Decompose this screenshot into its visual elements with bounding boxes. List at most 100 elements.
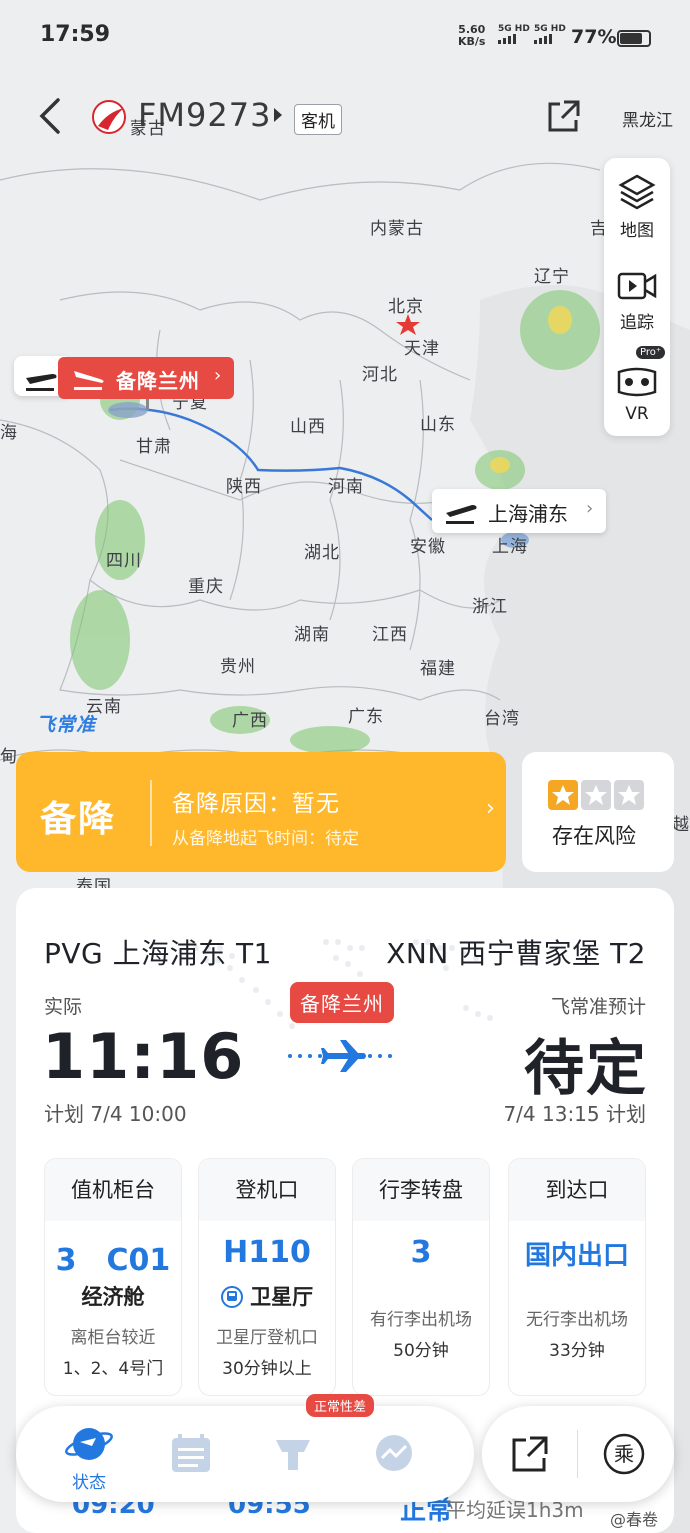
risk-stars (548, 780, 647, 814)
diversion-banner[interactable]: 备降 备降原因：暂无 从备降地起飞时间：待定 › (16, 752, 506, 872)
plane-icon (288, 1040, 392, 1072)
bottom-nav: 状态 正常性差 (16, 1394, 474, 1502)
status-bar: 17:59 ᐡ 5.60 KB/s 5G HD 5G HD 77% (0, 0, 690, 72)
arrival-time-label: 飞常准预计 (550, 996, 646, 1018)
map-label: 台湾 (484, 709, 520, 729)
map-label: 湖南 (294, 625, 330, 645)
info-card-subvalue: 卫星厅 (199, 1281, 335, 1311)
status-globe-icon (65, 1428, 113, 1460)
departure-time: 11:16 (42, 1020, 245, 1093)
battery-percent: 77% (571, 26, 617, 48)
map-label: 广西 (232, 711, 268, 731)
nav-trends[interactable] (350, 1406, 440, 1502)
map-label: 安徽 (410, 537, 446, 557)
vr-icon (617, 367, 657, 397)
train-icon (220, 1286, 243, 1308)
departure-airport[interactable]: PVG 上海浦东 T1 (44, 932, 272, 972)
takeoff-icon (26, 374, 57, 391)
map-label: 天津 (404, 339, 440, 359)
map-label: 上海 (492, 537, 528, 557)
info-card-value: H110 (223, 1235, 311, 1270)
ride-icon[interactable]: 乘 (602, 1432, 646, 1476)
share-icon[interactable] (546, 98, 582, 134)
tower-icon (276, 1440, 310, 1470)
map-layer-button[interactable]: 地图 (604, 162, 670, 242)
signal-icon: 5G HD (498, 24, 530, 47)
nav-airport[interactable] (248, 1406, 338, 1502)
signal-label: 5G HD (498, 24, 530, 34)
risk-label: 存在风险 (552, 824, 636, 848)
map-label: 甘肃 (136, 437, 172, 457)
aircraft-type-tag[interactable]: 客机 (294, 104, 342, 135)
divert-callout-label: 备降兰州 (116, 369, 200, 393)
divider (150, 780, 152, 846)
flight-number[interactable]: FM9273 (138, 96, 271, 134)
diversion-badge: 备降兰州 (290, 982, 394, 1023)
info-card-detail: 50分钟 (393, 1341, 449, 1361)
info-card-header: 值机柜台 (45, 1159, 181, 1221)
info-card-detail: 1、2、4号门 (62, 1359, 164, 1379)
map-brand-watermark: 飞常准 (36, 714, 97, 736)
arrival-airport[interactable]: XNN 西宁曹家堡 T2 (386, 932, 646, 972)
takeoff-icon (446, 505, 477, 524)
chevron-right-icon: › (586, 498, 594, 519)
back-arrow-icon[interactable] (36, 96, 66, 136)
info-card-header: 行李转盘 (353, 1159, 489, 1221)
signal-label: 5G HD (534, 24, 566, 34)
info-card-value: 国内出口 (524, 1241, 629, 1271)
layers-icon (618, 174, 656, 210)
tool-label: 地图 (620, 221, 654, 241)
video-icon (617, 272, 657, 300)
status-extra-icon: ᐡ (80, 25, 87, 44)
map-label: 越 (672, 815, 690, 835)
map-label: 浙江 (472, 597, 508, 617)
signal-bars-icon (498, 34, 516, 44)
map-label: 海 (0, 423, 18, 443)
boarding-gate-card[interactable]: 登机口 H110 卫星厅 卫星厅登机口 30分钟以上 (198, 1158, 336, 1396)
map-label: 河南 (328, 477, 364, 497)
info-card-note: 无行李出机场 (526, 1310, 628, 1330)
signal-icon: 5G HD (534, 24, 566, 47)
map-label: 四川 (106, 551, 142, 571)
star-filled-icon (548, 780, 578, 810)
arrival-time: 待定 (524, 1034, 648, 1104)
tool-label: 追踪 (620, 313, 654, 333)
share-icon[interactable] (510, 1434, 550, 1474)
satellite-hall-label: 卫星厅 (250, 1285, 314, 1309)
battery-icon (617, 30, 651, 47)
status-time: 17:59 (40, 22, 111, 47)
map-label: 广东 (348, 707, 384, 727)
baggage-carousel-card[interactable]: 行李转盘 3 有行李出机场 50分钟 (352, 1158, 490, 1396)
diversion-status: 备降 (40, 799, 117, 840)
info-card-header: 到达口 (509, 1159, 645, 1221)
action-pill: 乘 (482, 1406, 674, 1502)
info-card-value: 3 (410, 1235, 432, 1270)
map-label: 黑龙江 (622, 111, 673, 131)
origin-callout[interactable]: 上海浦东 › (432, 489, 606, 533)
flight-triangle-icon[interactable] (272, 106, 284, 124)
map-label: 山西 (290, 417, 326, 437)
arrival-exit-card[interactable]: 到达口 国内出口 无行李出机场 33分钟 (508, 1158, 646, 1396)
star-empty-icon (581, 780, 611, 810)
track-button[interactable]: 追踪 (604, 258, 670, 338)
map-label: 福建 (420, 659, 456, 679)
nav-status[interactable]: 状态 (44, 1406, 134, 1502)
nav-schedule[interactable] (146, 1406, 236, 1502)
network-speed-unit: KB/s (458, 35, 486, 48)
diversion-takeoff-time: 从备降地起飞时间：待定 (172, 829, 359, 849)
divert-callout[interactable]: 备降兰州 › (58, 357, 234, 399)
airline-logo (92, 100, 126, 134)
map-label: 河北 (362, 365, 398, 385)
map-label: 贵州 (220, 657, 256, 677)
map-label: 辽宁 (534, 267, 570, 287)
info-card-value: 3 C01 (55, 1243, 171, 1278)
departure-time-label: 实际 (44, 996, 83, 1018)
origin-callout-label: 上海浦东 (488, 502, 568, 526)
checkin-counter-card[interactable]: 值机柜台 3 C01 经济舱 离柜台较近 1、2、4号门 (44, 1158, 182, 1396)
calendar-icon (172, 1434, 210, 1472)
vr-button[interactable]: VR (604, 354, 670, 434)
map-label: 湖北 (304, 543, 340, 563)
nav-status-label: 状态 (72, 1473, 106, 1493)
risk-card[interactable]: 存在风险 (522, 752, 674, 872)
chevron-right-icon: › (486, 796, 495, 821)
